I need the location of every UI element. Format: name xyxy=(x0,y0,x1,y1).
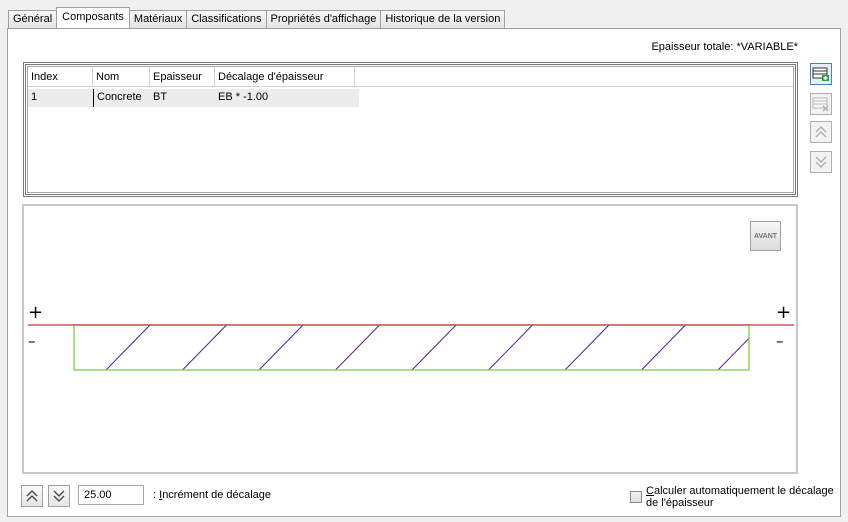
double-chevron-up-icon xyxy=(815,125,827,138)
table-row[interactable]: 1 Concrete BT EB * -1.00 xyxy=(28,89,359,107)
composants-panel: Epaisseur totale: *VARIABLE* Index Nom E… xyxy=(7,28,841,517)
offset-up-button[interactable] xyxy=(21,485,43,507)
remove-component-button[interactable] xyxy=(810,93,832,115)
hatch-line xyxy=(411,324,457,371)
column-header-epaisseur[interactable]: Epaisseur xyxy=(150,67,215,86)
plus-marker-left: + xyxy=(28,302,43,323)
offset-increment-label: : Incrément de décalage xyxy=(153,489,271,501)
hatch-line xyxy=(105,324,151,371)
cell-epaisseur[interactable]: BT xyxy=(150,89,215,107)
add-row-icon xyxy=(812,67,829,81)
total-thickness-label: Epaisseur totale: *VARIABLE* xyxy=(651,41,798,53)
preview-drawing: + + – – xyxy=(28,302,794,371)
tab-classifications[interactable]: Classifications xyxy=(186,10,267,28)
minus-marker-right: – xyxy=(776,332,784,350)
double-chevron-down-icon xyxy=(815,156,827,169)
add-component-button[interactable] xyxy=(810,63,832,85)
offset-increment-input[interactable]: 25.00 xyxy=(78,485,144,505)
column-header-index[interactable]: Index xyxy=(28,67,93,86)
tab-general[interactable]: Général xyxy=(8,10,58,28)
avant-view-button[interactable]: AVANT xyxy=(750,221,781,251)
remove-row-icon xyxy=(812,97,829,112)
move-down-button[interactable] xyxy=(810,151,832,173)
plus-marker-right: + xyxy=(776,302,791,323)
tab-proprietes-affichage[interactable]: Propriétés d'affichage xyxy=(265,10,382,28)
hatch-line xyxy=(182,324,227,371)
cell-index[interactable]: 1 xyxy=(28,89,93,107)
auto-calc-label-rest: alculer automatiquement le décalage de l… xyxy=(646,485,834,509)
tab-historique-version[interactable]: Historique de la version xyxy=(380,10,506,28)
grid-header-row: Index Nom Epaisseur Décalage d'épaisseur xyxy=(28,67,793,87)
auto-calc-checkbox[interactable] xyxy=(630,491,642,503)
components-grid-body: Index Nom Epaisseur Décalage d'épaisseur… xyxy=(27,66,794,193)
cell-nom[interactable]: Concrete xyxy=(93,89,150,107)
double-chevron-down-icon xyxy=(53,490,65,502)
hatch-line xyxy=(564,324,610,371)
minus-marker-left: – xyxy=(28,332,36,350)
hatch-pattern xyxy=(105,324,750,371)
auto-calc-label[interactable]: Calculer automatiquement le décalage de … xyxy=(646,485,836,509)
tab-composants[interactable]: Composants xyxy=(56,7,130,28)
double-chevron-up-icon xyxy=(26,490,38,502)
hatch-line xyxy=(717,337,750,371)
hatch-line xyxy=(335,324,380,371)
hatch-line xyxy=(641,324,686,371)
section-preview[interactable]: + + – – AVANT xyxy=(22,204,798,474)
move-up-button[interactable] xyxy=(810,121,832,143)
offset-down-button[interactable] xyxy=(48,485,70,507)
tab-bar: Général Composants Matériaux Classificat… xyxy=(8,7,506,28)
column-header-nom[interactable]: Nom xyxy=(93,67,150,86)
hatch-line xyxy=(258,324,304,371)
column-header-decalage[interactable]: Décalage d'épaisseur xyxy=(215,67,355,86)
components-grid[interactable]: Index Nom Epaisseur Décalage d'épaisseur… xyxy=(23,62,798,197)
auto-calc-mnemonic: C xyxy=(646,485,654,497)
tab-materiaux[interactable]: Matériaux xyxy=(128,10,188,28)
cell-decalage[interactable]: EB * -1.00 xyxy=(215,89,355,107)
hatch-line xyxy=(488,324,533,371)
offset-label-rest: ncrément de décalage xyxy=(162,489,272,501)
